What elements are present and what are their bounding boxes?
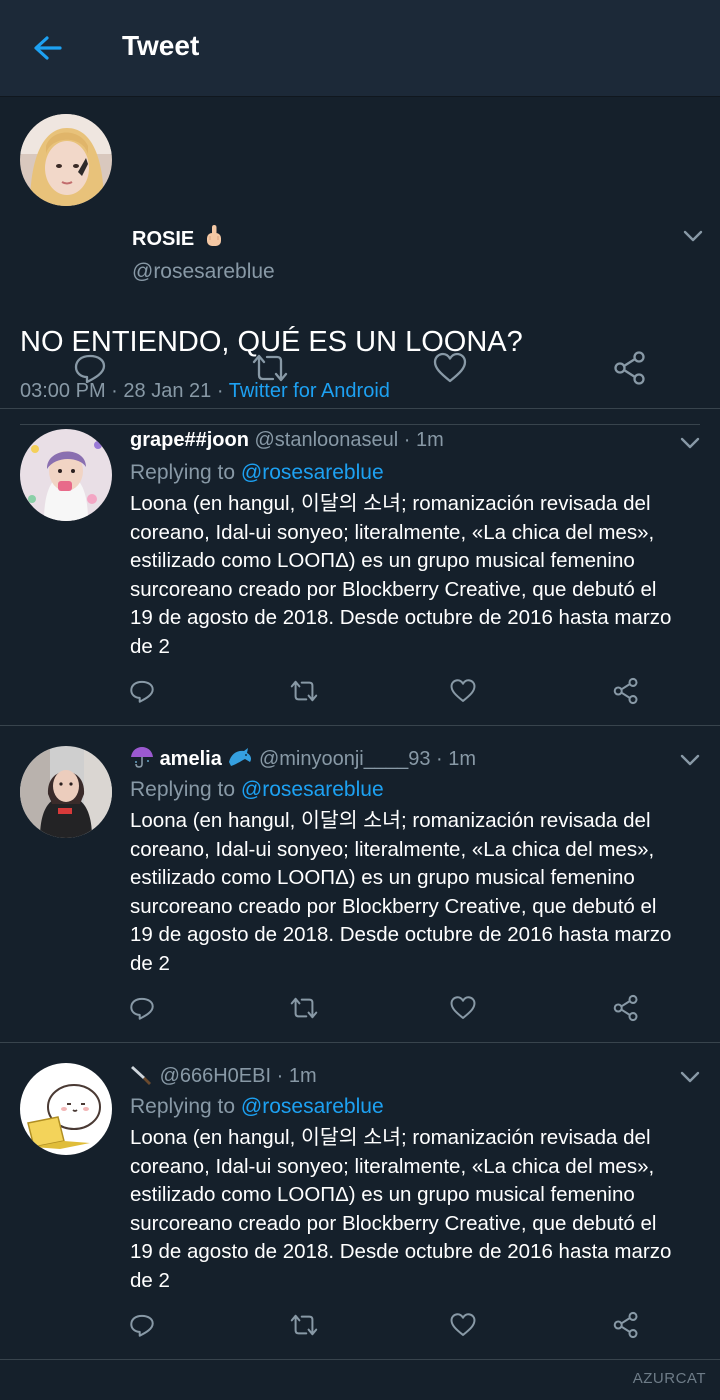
replying-to-line: Replying to @rosesareblue [130,778,384,802]
replying-to-line: Replying to @rosesareblue [130,1095,384,1119]
reply-header: @666H0EBI · 1m [130,1063,317,1091]
page-title: Tweet [122,30,200,61]
reply-text: Loona (en hangul, 이달의 소녀; romanización r… [130,492,672,658]
avatar[interactable] [20,429,112,521]
chevron-down-icon[interactable] [679,1070,701,1084]
reply-text: Loona (en hangul, 이달의 소녀; romanización r… [130,1126,672,1292]
reply-header: amelia @minyoonji____93 · 1m [130,746,476,774]
author-name[interactable]: ROSIE [132,224,224,254]
avatar[interactable] [20,746,112,838]
reply-text: Loona (en hangul, 이달의 소녀; romanización r… [130,809,672,975]
dolphin-emoji [227,746,253,774]
replying-to-link[interactable]: @rosesareblue [241,778,384,801]
reply-tweet[interactable]: grape##joon @stanloonaseul · 1m Replying… [0,409,720,726]
like-icon[interactable] [443,1305,483,1345]
chevron-down-icon[interactable] [679,436,701,450]
reply-author-name[interactable]: amelia [160,748,222,770]
reply-tweet[interactable]: amelia @minyoonji____93 · 1m Replying to… [0,726,720,1043]
retweet-icon[interactable] [250,348,290,388]
chevron-down-icon[interactable] [682,229,704,243]
reply-icon[interactable] [122,671,162,711]
middle-finger-emoji [204,224,224,254]
reply-icon[interactable] [70,348,110,388]
reply-icon[interactable] [122,1305,162,1345]
reply-author-handle[interactable]: @stanloonaseul [254,429,398,451]
replying-to-label: Replying to [130,461,236,484]
reply-author-handle[interactable]: @minyoonji____93 [259,748,431,770]
avatar[interactable] [20,114,112,206]
reply-time: 1m [448,748,477,770]
reply-author-name[interactable]: grape##joon [130,429,249,451]
replying-to-line: Replying to @rosesareblue [130,461,384,485]
replying-to-label: Replying to [130,1095,236,1118]
author-handle[interactable]: @rosesareblue [132,260,275,284]
replying-to-label: Replying to [130,778,236,801]
reply-time: 1m [416,429,444,451]
reply-time: 1m [288,1065,317,1087]
like-icon[interactable] [443,671,483,711]
share-icon[interactable] [606,988,646,1028]
share-icon[interactable] [610,348,650,388]
meta-separator: · [111,380,118,402]
like-icon[interactable] [443,988,483,1028]
reply-icon[interactable] [122,988,162,1028]
main-tweet: ROSIE @rosesareblue NO ENTIENDO, QUÉ ES … [0,96,720,425]
retweet-icon[interactable] [284,1305,324,1345]
reply-author-handle[interactable]: @666H0EBI [160,1065,271,1087]
watermark: AZURCAT [632,1370,706,1387]
like-icon[interactable] [430,348,470,388]
meta-separator: · [216,380,224,402]
retweet-icon[interactable] [284,671,324,711]
replying-to-link[interactable]: @rosesareblue [241,1095,384,1118]
back-arrow-icon[interactable] [28,28,68,68]
replying-to-link[interactable]: @rosesareblue [241,461,384,484]
share-icon[interactable] [606,1305,646,1345]
avatar[interactable] [20,1063,112,1155]
share-icon[interactable] [606,671,646,711]
knife-emoji [130,1063,154,1091]
author-name-text: ROSIE [132,228,195,250]
tweet-date: 28 Jan 21 [123,380,212,402]
reply-header: grape##joon @stanloonaseul · 1m [130,429,444,451]
umbrella-emoji [130,746,154,774]
top-bar: Tweet [0,0,720,97]
chevron-down-icon[interactable] [679,753,701,767]
reply-tweet[interactable]: @666H0EBI · 1m Replying to @rosesareblue… [0,1043,720,1360]
retweet-icon[interactable] [284,988,324,1028]
